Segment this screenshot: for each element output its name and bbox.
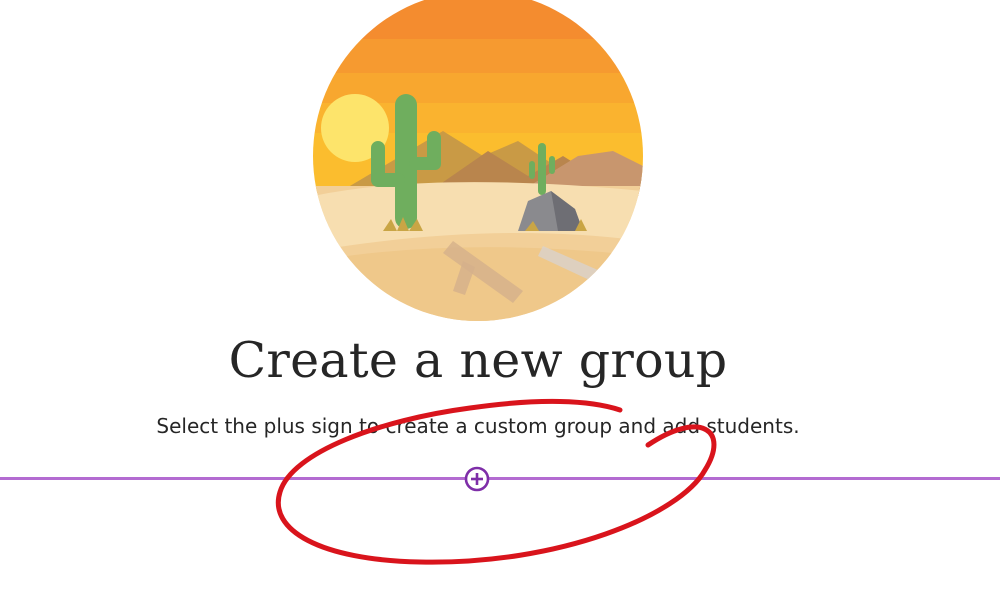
add-group-button[interactable] bbox=[464, 466, 490, 492]
empty-state-page: Create a new group Select the plus sign … bbox=[0, 0, 1000, 601]
plus-circle-icon bbox=[464, 466, 490, 492]
page-subtitle: Select the plus sign to create a custom … bbox=[156, 414, 800, 438]
divider-line bbox=[0, 477, 1000, 480]
desert-illustration bbox=[313, 0, 643, 321]
page-title: Create a new group bbox=[228, 332, 728, 389]
